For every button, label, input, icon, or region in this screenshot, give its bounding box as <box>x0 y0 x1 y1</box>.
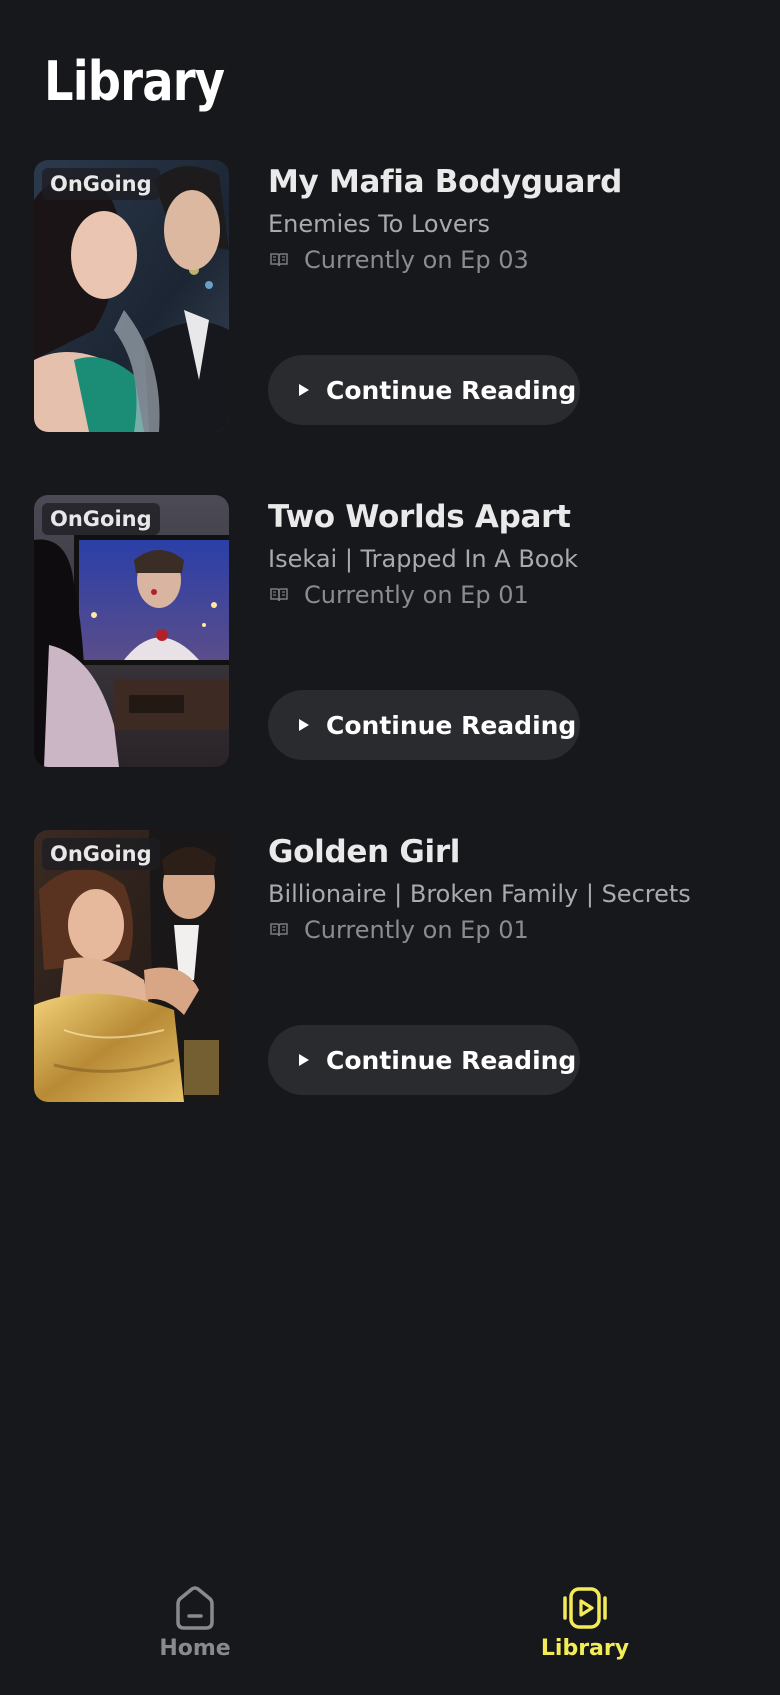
progress-text: Currently on Ep 03 <box>304 246 529 274</box>
reading-progress: Currently on Ep 01 <box>268 916 768 944</box>
book-card: OnGoing Golden Girl Billionaire | Broken… <box>0 830 780 1165</box>
book-info: Two Worlds Apart Isekai | Trapped In A B… <box>268 495 768 609</box>
book-genres: Enemies To Lovers <box>268 210 490 238</box>
nav-item-library[interactable]: Library <box>390 1580 780 1695</box>
book-list: OnGoing My Mafia Bodyguard Enemies To Lo… <box>0 160 780 1165</box>
book-cover[interactable]: OnGoing <box>34 495 229 767</box>
book-info: Golden Girl Billionaire | Broken Family … <box>268 830 768 944</box>
book-card: OnGoing Two Worlds Apart Isekai | Trappe… <box>0 495 780 830</box>
bottom-nav: Home Library <box>0 1580 780 1695</box>
book-title[interactable]: My Mafia Bodyguard <box>268 164 768 200</box>
play-icon <box>299 384 309 396</box>
button-label: Continue Reading <box>326 375 577 405</box>
open-book-icon <box>270 923 288 937</box>
continue-reading-button[interactable]: Continue Reading <box>268 355 580 425</box>
button-label: Continue Reading <box>326 710 577 740</box>
home-icon <box>176 1586 214 1630</box>
continue-reading-button[interactable]: Continue Reading <box>268 1025 580 1095</box>
play-icon <box>299 1054 309 1066</box>
cover-art-image <box>34 830 229 1102</box>
progress-text: Currently on Ep 01 <box>304 581 529 609</box>
library-screen: Library OnGoing My Mafia Bodyguard Enemi… <box>0 0 780 1695</box>
continue-reading-button[interactable]: Continue Reading <box>268 690 580 760</box>
book-genres: Isekai | Trapped In A Book <box>268 545 579 573</box>
nav-label-home: Home <box>159 1636 231 1661</box>
book-title[interactable]: Golden Girl <box>268 834 768 870</box>
page-title: Library <box>44 50 225 113</box>
progress-text: Currently on Ep 01 <box>304 916 529 944</box>
open-book-icon <box>270 588 288 602</box>
status-badge: OnGoing <box>42 838 160 870</box>
cover-art-image <box>34 495 229 767</box>
book-title[interactable]: Two Worlds Apart <box>268 499 768 535</box>
nav-label-library: Library <box>540 1636 630 1661</box>
book-card: OnGoing My Mafia Bodyguard Enemies To Lo… <box>0 160 780 495</box>
status-badge: OnGoing <box>42 168 160 200</box>
button-label: Continue Reading <box>326 1045 577 1075</box>
book-info: My Mafia Bodyguard Enemies To Lovers Cur… <box>268 160 768 274</box>
status-badge: OnGoing <box>42 503 160 535</box>
book-cover[interactable]: OnGoing <box>34 160 229 432</box>
library-play-icon <box>563 1587 607 1629</box>
open-book-icon <box>270 253 288 267</box>
book-cover[interactable]: OnGoing <box>34 830 229 1102</box>
nav-item-home[interactable]: Home <box>0 1580 390 1695</box>
book-genres: Billionaire | Broken Family | Secrets <box>268 880 691 908</box>
reading-progress: Currently on Ep 01 <box>268 581 768 609</box>
cover-art-image <box>34 160 229 432</box>
reading-progress: Currently on Ep 03 <box>268 246 768 274</box>
play-icon <box>299 719 309 731</box>
